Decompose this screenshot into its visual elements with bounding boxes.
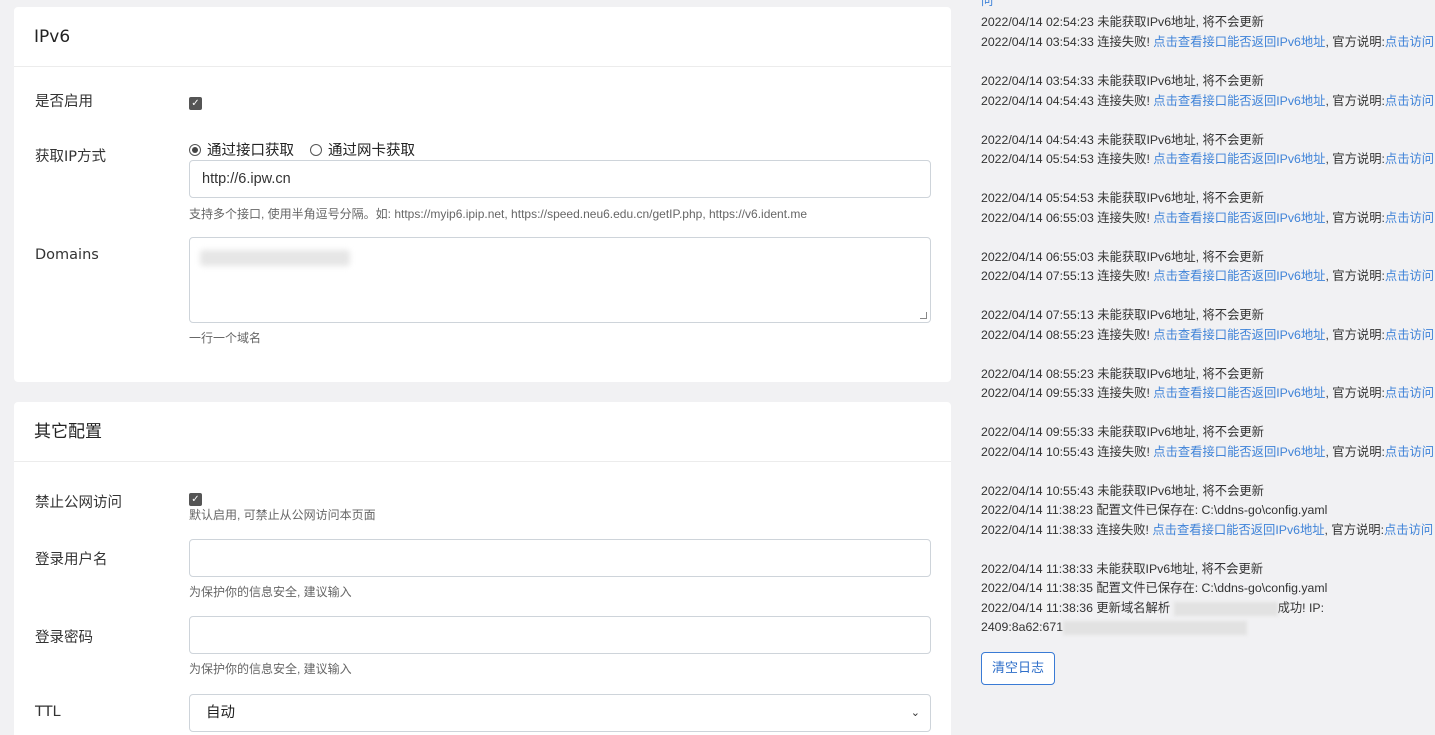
log-line: 2022/04/14 02:54:23 未能获取IPv6地址, 将不会更新 bbox=[981, 15, 1264, 29]
ipv6-card-title: IPv6 bbox=[14, 7, 951, 67]
public-help: 默认启用, 可禁止从公网访问本页面 bbox=[189, 508, 376, 522]
log-line: 2022/04/14 10:55:43 连接失败! 点击查看接口能否返回IPv6… bbox=[981, 445, 1435, 459]
domains-help: 一行一个域名 bbox=[189, 331, 262, 345]
log-line: 2022/04/14 08:55:23 未能获取IPv6地址, 将不会更新 bbox=[981, 367, 1264, 381]
log-check-link[interactable]: 点击查看接口能否返回IPv6地址 bbox=[1153, 328, 1325, 342]
ipv6-card: IPv6 是否启用 ✓ 获取IP方式 通过接口获取 通过网卡获取 http://… bbox=[14, 7, 951, 382]
log-official-link[interactable]: 点击访问 bbox=[1385, 386, 1434, 400]
radio-netcard-label: 通过网卡获取 bbox=[328, 143, 415, 159]
log-line: 2022/04/14 06:55:03 连接失败! 点击查看接口能否返回IPv6… bbox=[981, 211, 1435, 225]
radio-netcard[interactable]: 通过网卡获取 bbox=[310, 139, 415, 160]
chevron-down-icon: ⌄ bbox=[910, 706, 920, 719]
password-input[interactable] bbox=[189, 616, 931, 654]
other-config-card: 其它配置 禁止公网访问 ✓ 默认启用, 可禁止从公网访问本页面 登录用户名 为保… bbox=[14, 402, 951, 735]
log-line: 2022/04/14 03:54:33 连接失败! 点击查看接口能否返回IPv6… bbox=[981, 35, 1435, 49]
log-official-link[interactable]: 点击访问 bbox=[1385, 269, 1434, 283]
log-line: 2022/04/14 09:55:33 连接失败! 点击查看接口能否返回IPv6… bbox=[981, 386, 1435, 400]
log-line: 2022/04/14 04:54:43 未能获取IPv6地址, 将不会更新 bbox=[981, 133, 1264, 147]
log-check-link[interactable]: 点击查看接口能否返回IPv6地址 bbox=[1153, 269, 1325, 283]
log-line: 2022/04/14 11:38:33 未能获取IPv6地址, 将不会更新 bbox=[981, 562, 1264, 576]
log-check-link[interactable]: 点击查看接口能否返回IPv6地址 bbox=[1153, 386, 1325, 400]
log-check-link[interactable]: 点击查看接口能否返回IPv6地址 bbox=[1153, 445, 1325, 459]
method-label: 获取IP方式 bbox=[35, 149, 107, 165]
log-fragment: 问 bbox=[981, 0, 994, 8]
log-line: 2022/04/14 07:55:13 未能获取IPv6地址, 将不会更新 bbox=[981, 308, 1264, 322]
username-label: 登录用户名 bbox=[35, 552, 108, 568]
other-config-title: 其它配置 bbox=[14, 402, 951, 462]
log-check-link[interactable]: 点击查看接口能否返回IPv6地址 bbox=[1152, 523, 1324, 537]
radio-api-label: 通过接口获取 bbox=[207, 143, 294, 159]
log-line: 2022/04/14 05:54:53 未能获取IPv6地址, 将不会更新 bbox=[981, 191, 1264, 205]
log-official-link[interactable]: 点击访问 bbox=[1384, 523, 1433, 537]
log-line: 2022/04/14 06:55:03 未能获取IPv6地址, 将不会更新 bbox=[981, 250, 1264, 264]
username-input[interactable] bbox=[189, 539, 931, 577]
log-line: 2022/04/14 04:54:43 连接失败! 点击查看接口能否返回IPv6… bbox=[981, 94, 1435, 108]
domains-redacted bbox=[200, 250, 350, 266]
log-line: 2022/04/14 11:38:33 连接失败! 点击查看接口能否返回IPv6… bbox=[981, 523, 1434, 537]
log-line: 2022/04/14 10:55:43 未能获取IPv6地址, 将不会更新 bbox=[981, 484, 1264, 498]
log-check-link[interactable]: 点击查看接口能否返回IPv6地址 bbox=[1153, 152, 1325, 166]
password-label: 登录密码 bbox=[35, 630, 93, 646]
ipv6-url-input[interactable]: http://6.ipw.cn bbox=[189, 160, 931, 198]
log-line: 2022/04/14 09:55:33 未能获取IPv6地址, 将不会更新 bbox=[981, 425, 1264, 439]
log-line: 2022/04/14 11:38:36 更新域名解析 成功! IP: bbox=[981, 601, 1325, 616]
enable-checkbox[interactable]: ✓ bbox=[189, 97, 202, 110]
ttl-value: 自动 bbox=[206, 705, 235, 721]
log-line: 2022/04/14 07:55:13 连接失败! 点击查看接口能否返回IPv6… bbox=[981, 269, 1435, 283]
redacted-ip bbox=[1063, 620, 1248, 635]
public-label: 禁止公网访问 bbox=[35, 495, 122, 511]
log-line: 2022/04/14 05:54:53 连接失败! 点击查看接口能否返回IPv6… bbox=[981, 152, 1435, 166]
public-checkbox[interactable]: ✓ bbox=[189, 493, 202, 506]
password-help: 为保护你的信息安全, 建议输入 bbox=[189, 662, 352, 676]
log-check-link[interactable]: 点击查看接口能否返回IPv6地址 bbox=[1153, 94, 1325, 108]
radio-netcard-dot[interactable] bbox=[310, 143, 322, 156]
log-check-link[interactable]: 点击查看接口能否返回IPv6地址 bbox=[1153, 35, 1325, 49]
log-official-link[interactable]: 点击访问 bbox=[1385, 94, 1434, 108]
redacted-domain bbox=[1173, 601, 1278, 616]
radio-api-dot[interactable] bbox=[189, 143, 201, 156]
log-official-link[interactable]: 点击访问 bbox=[1385, 152, 1434, 166]
clear-log-button[interactable]: 清空日志 bbox=[981, 652, 1055, 685]
radio-api[interactable]: 通过接口获取 bbox=[189, 139, 294, 160]
domains-textarea[interactable] bbox=[189, 237, 931, 323]
log-line: 2022/04/14 03:54:33 未能获取IPv6地址, 将不会更新 bbox=[981, 74, 1264, 88]
ttl-select[interactable]: 自动 ⌄ bbox=[189, 694, 931, 732]
ipv6-url-help: 支持多个接口, 使用半角逗号分隔。如: https://myip6.ipip.n… bbox=[189, 207, 808, 221]
log-official-link[interactable]: 点击访问 bbox=[1385, 328, 1434, 342]
log-official-link[interactable]: 点击访问 bbox=[1385, 211, 1434, 225]
log-line: 2409:8a62:671 bbox=[981, 618, 1435, 638]
enable-label: 是否启用 bbox=[35, 94, 93, 110]
username-help: 为保护你的信息安全, 建议输入 bbox=[189, 585, 352, 599]
log-official-link[interactable]: 点击访问 bbox=[1385, 445, 1434, 459]
log-line: 2022/04/14 11:38:35 配置文件已保存在: C:\ddns-go… bbox=[981, 581, 1328, 595]
log-check-link[interactable]: 点击查看接口能否返回IPv6地址 bbox=[1153, 211, 1325, 225]
log-official-link[interactable]: 点击访问 bbox=[1385, 35, 1434, 49]
log-line: 2022/04/14 11:38:23 配置文件已保存在: C:\ddns-go… bbox=[981, 503, 1328, 517]
method-radio-group: 通过接口获取 通过网卡获取 bbox=[189, 139, 431, 160]
log-line: 2022/04/14 08:55:23 连接失败! 点击查看接口能否返回IPv6… bbox=[981, 328, 1435, 342]
resize-handle[interactable] bbox=[920, 312, 927, 319]
